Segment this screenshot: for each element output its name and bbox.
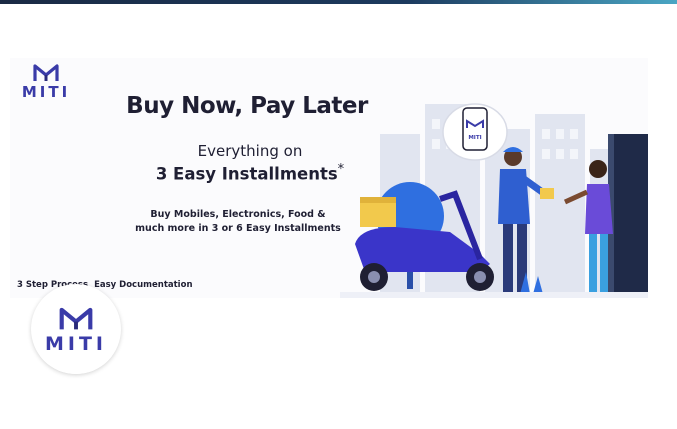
brand-badge: MITI xyxy=(31,284,121,374)
top-accent-bar xyxy=(0,0,677,4)
miti-logo-icon xyxy=(59,307,93,330)
door xyxy=(612,134,648,298)
promo-banner: MITI Buy Now, Pay Later Everything on 3 … xyxy=(10,58,648,298)
brand-name: MITI xyxy=(21,83,71,101)
miti-logo-icon xyxy=(33,64,59,81)
description-line1: Buy Mobiles, Electronics, Food & xyxy=(150,209,326,220)
description: Buy Mobiles, Electronics, Food & much mo… xyxy=(118,208,358,236)
delivery-illustration: MITI xyxy=(340,103,648,298)
installments-text: 3 Easy Installments xyxy=(155,164,338,184)
brand-logo: MITI xyxy=(18,63,74,100)
description-line2: much more in 3 or 6 Easy Installments xyxy=(135,223,341,234)
badge-brand-name: MITI xyxy=(44,333,107,355)
phone-icon: MITI xyxy=(442,103,508,161)
feature-list: 3 Step Process Easy Documentation xyxy=(17,280,193,290)
phone-screen-brand: MITI xyxy=(468,135,481,141)
feature-item: Easy Documentation xyxy=(94,280,193,290)
subheadline-line1: Everything on xyxy=(197,142,303,160)
